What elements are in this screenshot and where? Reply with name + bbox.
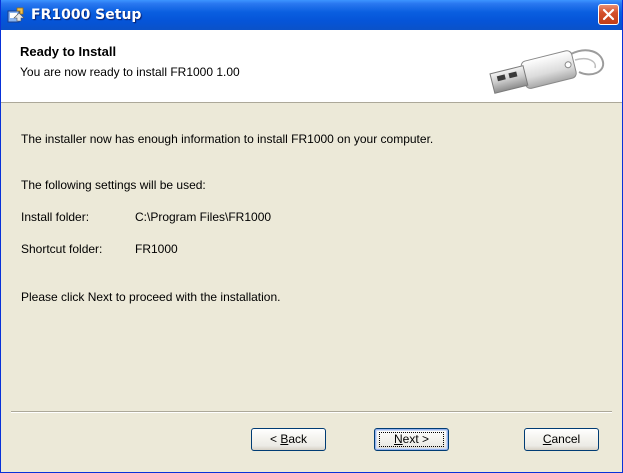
install-folder-value: C:\Program Files\FR1000 — [135, 210, 272, 224]
window-title: FR1000 Setup — [31, 7, 142, 23]
back-button[interactable]: < Back — [251, 428, 326, 451]
wizard-header: Ready to Install You are now ready to in… — [1, 30, 622, 103]
install-folder-label: Install folder: — [21, 210, 90, 224]
focus-ring — [379, 432, 444, 447]
page-title: Ready to Install — [20, 44, 117, 59]
back-prefix: < — [269, 432, 281, 446]
shortcut-folder-value: FR1000 — [135, 242, 178, 256]
page-subtitle: You are now ready to install FR1000 1.00 — [20, 65, 240, 79]
setup-window: FR1000 Setup Ready to Install You are no… — [0, 0, 623, 473]
next-button[interactable]: Next > — [374, 428, 449, 451]
footer-divider-highlight — [11, 412, 612, 413]
cancel-rest: ancel — [551, 432, 581, 446]
title-bar[interactable]: FR1000 Setup — [1, 0, 622, 30]
settings-intro-text: The following settings will be used: — [21, 178, 206, 192]
close-icon — [602, 8, 615, 21]
close-button[interactable] — [598, 4, 619, 25]
instruction-text: Please click Next to proceed with the in… — [21, 290, 281, 304]
intro-text: The installer now has enough information… — [21, 132, 434, 146]
usb-drive-icon — [489, 49, 605, 94]
installer-app-icon — [7, 7, 25, 23]
back-rest: ack — [288, 432, 308, 446]
cancel-button[interactable]: Cancel — [524, 428, 599, 451]
shortcut-folder-label: Shortcut folder: — [21, 242, 103, 256]
